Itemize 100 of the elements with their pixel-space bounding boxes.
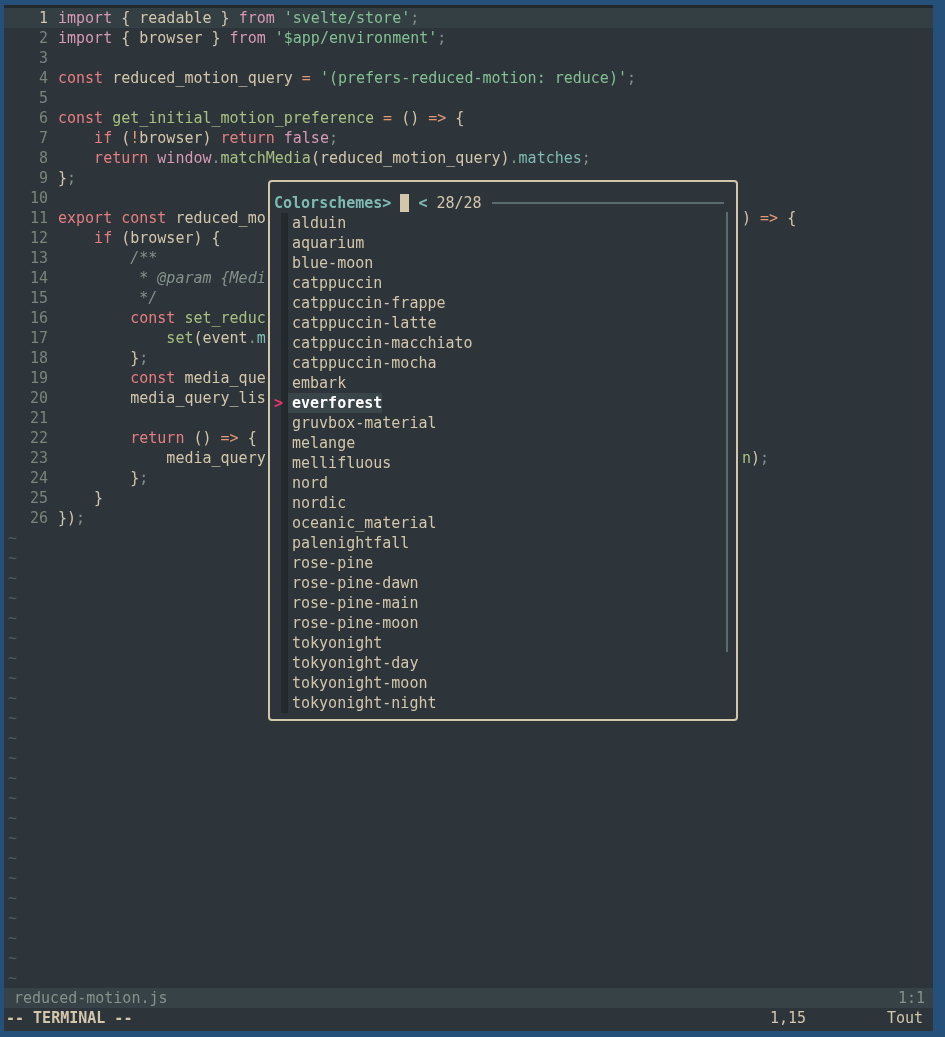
empty-line-marker: ~	[8, 529, 18, 547]
colorscheme-item[interactable]: gruvbox-material	[288, 413, 437, 433]
line-number: 7	[37, 128, 48, 148]
code-line: };	[129, 468, 149, 488]
colorscheme-item[interactable]: catppuccin-latte	[288, 313, 437, 333]
empty-line-marker: ~	[8, 869, 18, 887]
line-number: 17	[28, 328, 48, 348]
line-number: 14	[28, 268, 48, 288]
line-number: 18	[28, 348, 48, 368]
empty-line-marker: ~	[8, 769, 18, 787]
colorscheme-item[interactable]: tokyonight	[288, 633, 383, 653]
line-number: 10	[28, 188, 48, 208]
colorscheme-item[interactable]: nordic	[288, 493, 347, 513]
line-number: 23	[28, 448, 48, 468]
colorscheme-item[interactable]: tokyonight-night	[288, 693, 437, 713]
line-number: 19	[28, 368, 48, 388]
empty-line-marker: ~	[8, 849, 18, 867]
empty-line-marker: ~	[8, 629, 18, 647]
code-line: export const reduced_mo	[58, 208, 266, 228]
text-cursor	[400, 194, 410, 212]
code-line: };	[58, 168, 77, 188]
mode-indicator: -- TERMINAL --	[6, 1008, 134, 1028]
counter-arrow: <	[418, 194, 428, 212]
empty-line-marker: ~	[8, 909, 18, 927]
line-number: 2	[37, 28, 48, 48]
code-line: });	[58, 508, 86, 528]
code-line: * @param {Medi	[138, 268, 266, 288]
empty-line-marker: ~	[8, 889, 18, 907]
colorscheme-item[interactable]: tokyonight-day	[288, 653, 419, 673]
code-line: const set_reduc	[129, 308, 266, 328]
empty-line-marker: ~	[8, 689, 18, 707]
scroll-indicator: Tout	[886, 1008, 923, 1028]
empty-line-marker: ~	[8, 649, 18, 667]
code-line-fragment: ) => {	[742, 208, 797, 228]
empty-line-marker: ~	[8, 549, 18, 567]
colorscheme-item[interactable]: rose-pine	[288, 553, 374, 573]
colorscheme-item[interactable]: catppuccin-mocha	[288, 353, 437, 373]
colorscheme-item[interactable]: blue-moon	[288, 253, 374, 273]
code-line: media_query	[165, 448, 266, 468]
colorscheme-item[interactable]: everforest	[288, 393, 383, 413]
line-number: 5	[37, 88, 48, 108]
line-number: 12	[28, 228, 48, 248]
line-number: 11	[28, 208, 48, 228]
code-line: const get_initial_motion_preference = () => {	[58, 108, 465, 128]
line-number: 24	[28, 468, 48, 488]
code-line: }	[93, 488, 104, 508]
colorscheme-item[interactable]: mellifluous	[288, 453, 392, 473]
empty-line-marker: ~	[8, 609, 18, 627]
code-line: if (!browser) return false;	[93, 128, 338, 148]
line-number: 16	[28, 308, 48, 328]
selection-marker: >	[274, 393, 284, 413]
empty-line-marker: ~	[8, 949, 18, 967]
line-number: 15	[28, 288, 48, 308]
colorscheme-item[interactable]: alduin	[288, 213, 347, 233]
colorscheme-item[interactable]: tokyonight-moon	[288, 673, 428, 693]
colorscheme-item[interactable]: embark	[288, 373, 347, 393]
empty-line-marker: ~	[8, 569, 18, 587]
colorscheme-item[interactable]: rose-pine-moon	[288, 613, 419, 633]
line-number: 21	[28, 408, 48, 428]
line-number: 8	[37, 148, 48, 168]
line-number: 4	[37, 68, 48, 88]
code-line: const media_que	[129, 368, 266, 388]
code-line: };	[129, 348, 149, 368]
empty-line-marker: ~	[8, 709, 18, 727]
colorscheme-item[interactable]: rose-pine-main	[288, 593, 419, 613]
line-number: 9	[37, 168, 48, 188]
empty-line-marker: ~	[8, 929, 18, 947]
colorscheme-item[interactable]: melange	[288, 433, 356, 453]
empty-line-marker: ~	[8, 969, 18, 987]
code-line: /**	[129, 248, 158, 268]
line-number: 20	[28, 388, 48, 408]
line-number: 1	[37, 8, 48, 28]
colorscheme-item[interactable]: palenightfall	[288, 533, 410, 553]
cursor-position: 1:1	[897, 988, 925, 1008]
colorscheme-item[interactable]: rose-pine-dawn	[288, 573, 419, 593]
cursor-position: 1,15	[769, 1008, 807, 1028]
code-line: */	[138, 288, 158, 308]
colorscheme-item[interactable]: catppuccin-macchiato	[288, 333, 473, 353]
code-line: const reduced_motion_query = '(prefers-reduced-motion: reduce)';	[58, 68, 636, 88]
colorscheme-item[interactable]: catppuccin	[288, 273, 383, 293]
scrollbar[interactable]	[726, 212, 728, 652]
empty-line-marker: ~	[8, 729, 18, 747]
colorscheme-item[interactable]: catppuccin-frappe	[288, 293, 446, 313]
line-number: 6	[37, 108, 48, 128]
empty-line-marker: ~	[8, 669, 18, 687]
code-line: import { browser } from '$app/environment';	[58, 28, 447, 48]
code-line: set(event.m	[165, 328, 266, 348]
empty-line-marker: ~	[8, 829, 18, 847]
code-line: return window.matchMedia(reduced_motion_query).matches;	[93, 148, 591, 168]
colorscheme-item[interactable]: oceanic_material	[288, 513, 437, 533]
code-line: return () => {	[129, 428, 257, 448]
match-count: 28/28	[436, 194, 482, 212]
picker-prompt: Colorschemes>	[274, 194, 392, 212]
colorscheme-item[interactable]: nord	[288, 473, 329, 493]
line-number: 25	[28, 488, 48, 508]
colorscheme-item[interactable]: aquarium	[288, 233, 365, 253]
line-number: 13	[28, 248, 48, 268]
empty-line-marker: ~	[8, 809, 18, 827]
empty-line-marker: ~	[8, 749, 18, 767]
code-line-fragment: n);	[742, 448, 770, 468]
